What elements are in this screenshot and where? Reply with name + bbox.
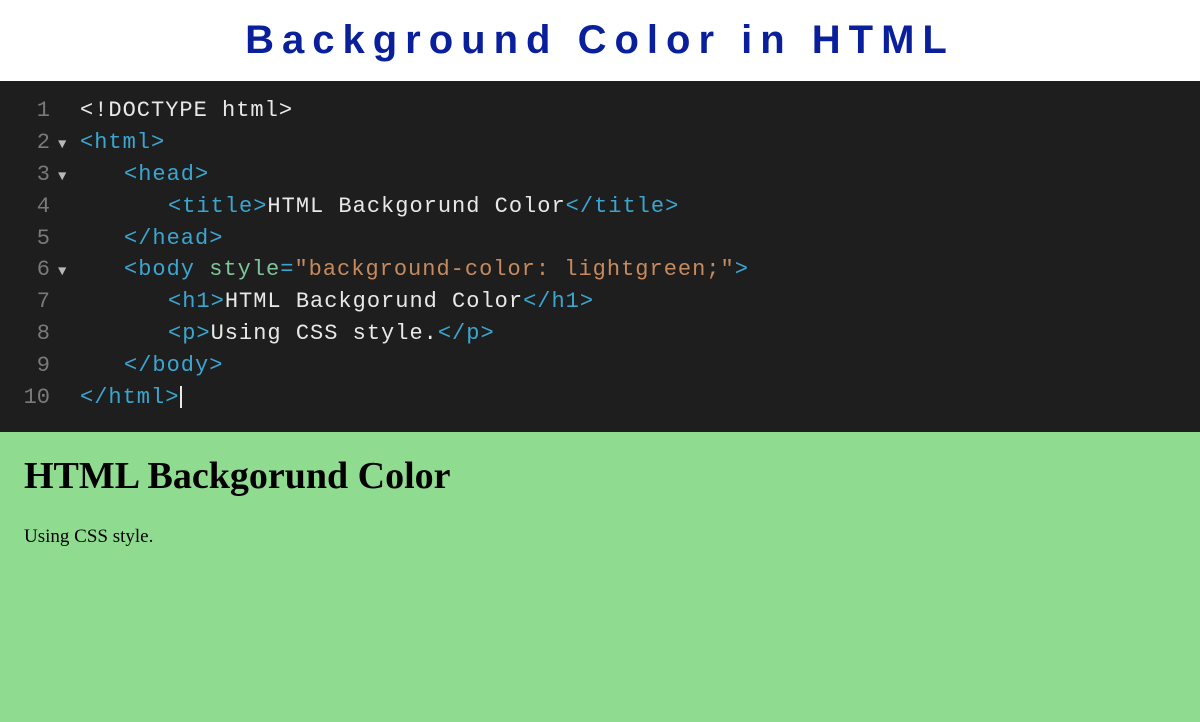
code-line[interactable]: 2▼<html>	[0, 127, 1200, 159]
code-line[interactable]: 9 </body>	[0, 350, 1200, 382]
line-number: 9	[10, 350, 58, 382]
fold-icon[interactable]: ▼	[58, 262, 80, 282]
code-line[interactable]: 6▼<body style="background-color: lightgr…	[0, 254, 1200, 286]
text-cursor	[180, 386, 182, 408]
code-content: <head>	[80, 159, 209, 191]
code-line[interactable]: 5 </head>	[0, 223, 1200, 255]
line-number: 1	[10, 95, 58, 127]
code-line[interactable]: 8 <p>Using CSS style.</p>	[0, 318, 1200, 350]
preview-paragraph: Using CSS style.	[24, 526, 1176, 548]
code-content: <html>	[80, 127, 165, 159]
code-content: </html>	[80, 382, 182, 414]
code-content: <!DOCTYPE html>	[80, 95, 293, 127]
line-number: 8	[10, 318, 58, 350]
code-line[interactable]: 3▼<head>	[0, 159, 1200, 191]
line-number: 7	[10, 286, 58, 318]
code-content: </head>	[80, 223, 223, 255]
line-number: 10	[10, 382, 58, 414]
preview-pane: HTML Backgorund Color Using CSS style.	[0, 432, 1200, 722]
code-content: <body style="background-color: lightgree…	[80, 254, 749, 286]
fold-icon[interactable]: ▼	[58, 135, 80, 155]
line-number: 5	[10, 223, 58, 255]
line-number: 4	[10, 191, 58, 223]
code-content: <h1>HTML Backgorund Color</h1>	[80, 286, 594, 318]
code-content: <title>HTML Backgorund Color</title>	[80, 191, 679, 223]
line-number: 2	[10, 127, 58, 159]
code-line[interactable]: 1 <!DOCTYPE html>	[0, 95, 1200, 127]
page-title: Background Color in HTML	[0, 18, 1200, 63]
preview-heading: HTML Backgorund Color	[24, 454, 1176, 498]
code-editor[interactable]: 1<!DOCTYPE html>2▼<html>3▼<head>4<title>…	[0, 81, 1200, 432]
code-line[interactable]: 7 <h1>HTML Backgorund Color</h1>	[0, 286, 1200, 318]
line-number: 6	[10, 254, 58, 286]
code-line[interactable]: 4 <title>HTML Backgorund Color</title>	[0, 191, 1200, 223]
code-content: </body>	[80, 350, 223, 382]
line-number: 3	[10, 159, 58, 191]
page-header: Background Color in HTML	[0, 0, 1200, 81]
code-line[interactable]: 10 </html>	[0, 382, 1200, 414]
fold-icon[interactable]: ▼	[58, 167, 80, 187]
code-content: <p>Using CSS style.</p>	[80, 318, 495, 350]
